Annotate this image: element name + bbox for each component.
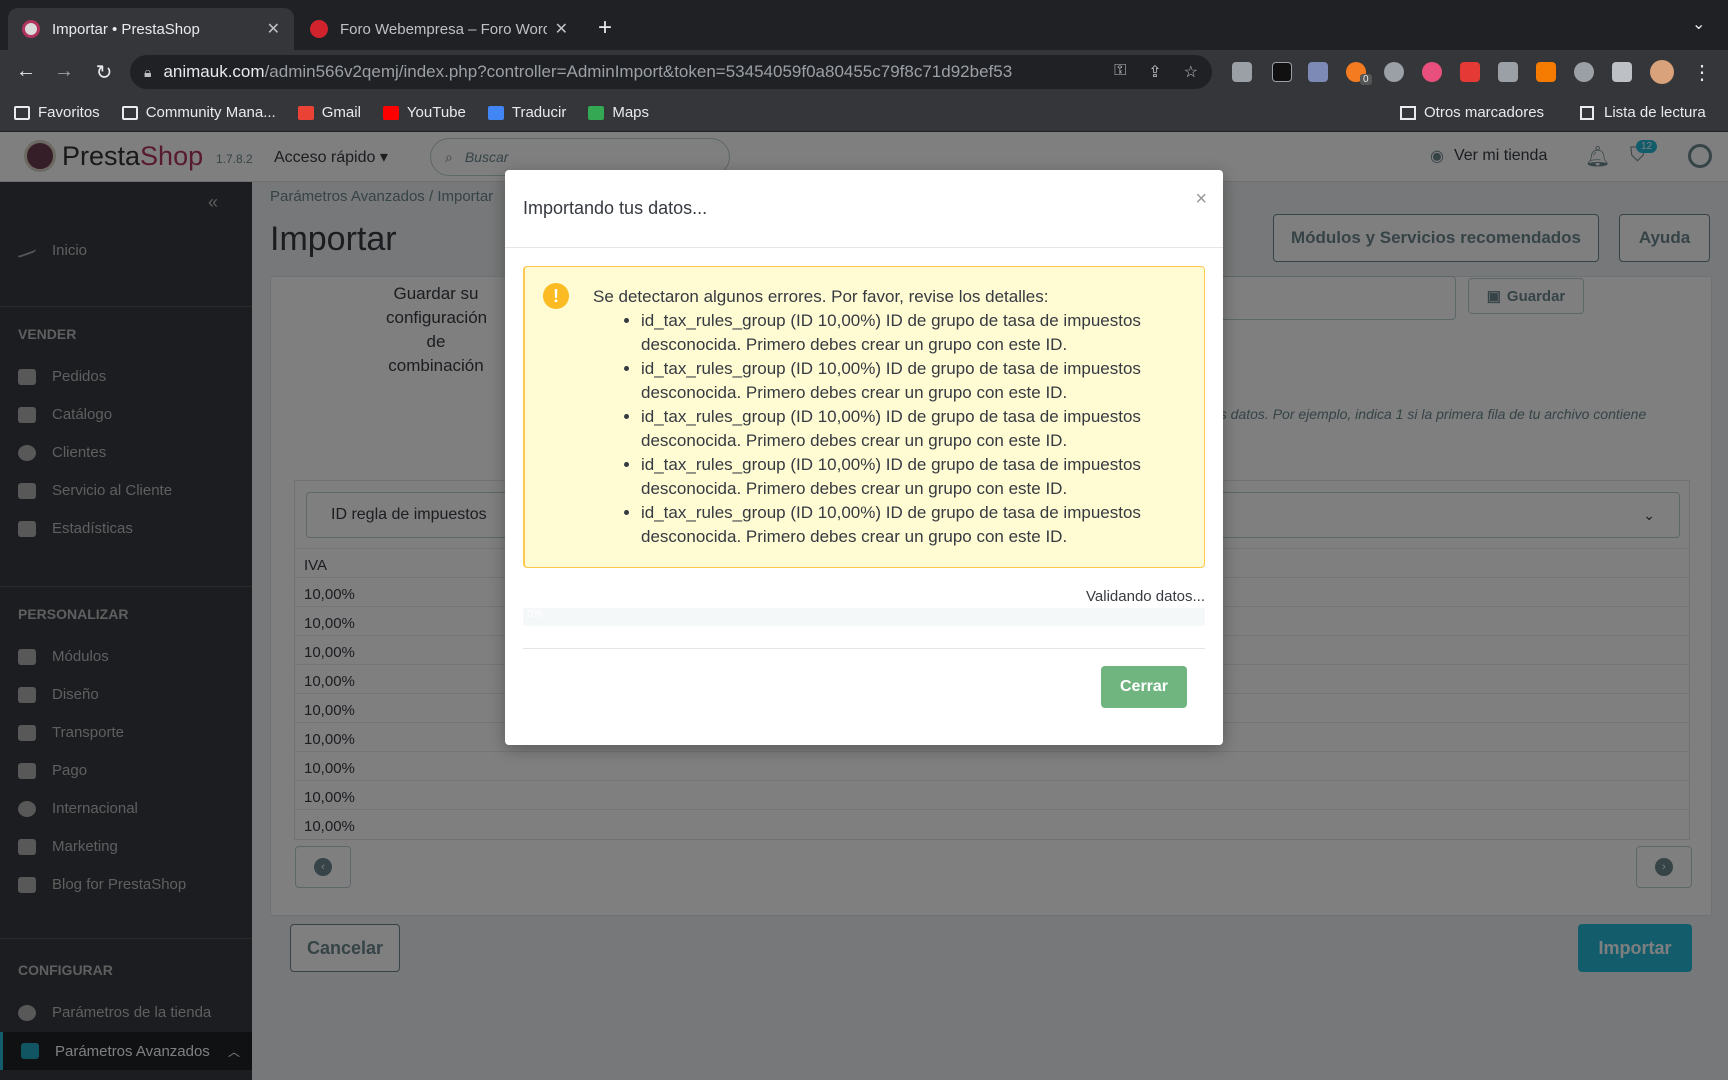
bookmark-label: YouTube	[406, 104, 466, 121]
close-icon[interactable]: ×	[1195, 188, 1207, 211]
back-icon[interactable]: ←	[14, 60, 38, 83]
bookmark-label: Favoritos	[38, 104, 100, 121]
error-item: id_tax_rules_group (ID 10,00%) ID de gru…	[641, 453, 1193, 501]
crown-extension-icon[interactable]	[1232, 62, 1252, 82]
tab-foro-webempresa[interactable]: Foro Webempresa – Foro Word ✕	[296, 8, 582, 50]
heart-extension-icon[interactable]	[1422, 62, 1442, 82]
tab-prestashop[interactable]: Importar • PrestaShop ✕	[8, 8, 294, 50]
prestashop-favicon-icon	[22, 20, 40, 38]
url-path: /admin566v2qemj/index.php?controller=Adm…	[264, 62, 1013, 81]
close-button[interactable]: Cerrar	[1101, 666, 1187, 708]
maps-icon	[588, 105, 605, 120]
puzzle-extensions-icon[interactable]	[1612, 62, 1632, 82]
analytics-extension-icon[interactable]	[1536, 62, 1556, 82]
key-icon[interactable]: ⚿	[1114, 62, 1126, 82]
progress-bar: 0%	[523, 608, 1205, 626]
bookmark-traducir[interactable]: Traducir	[487, 104, 567, 121]
alert-intro: Se detectaron algunos errores. Por favor…	[593, 287, 1049, 306]
extension-badge: 0	[1360, 74, 1372, 85]
error-item: id_tax_rules_group (ID 10,00%) ID de gru…	[641, 309, 1193, 357]
forward-icon[interactable]: →	[52, 60, 76, 83]
browser-tab-bar: Importar • PrestaShop ✕ Foro Webempresa …	[0, 0, 1728, 50]
bookmark-label: Community Mana...	[145, 104, 276, 121]
import-progress-modal: Importando tus datos... × ! Se detectaro…	[505, 170, 1223, 745]
webempresa-favicon-icon	[310, 20, 328, 38]
modal-divider	[523, 648, 1205, 649]
chat-extension-icon[interactable]	[1384, 62, 1404, 82]
star-icon[interactable]: ☆	[1184, 62, 1198, 82]
new-tab-icon[interactable]: +	[598, 14, 612, 42]
tp-extension-icon[interactable]	[1460, 62, 1480, 82]
bookmark-youtube[interactable]: YouTube	[382, 104, 466, 121]
bookmark-label: Otros marcadores	[1424, 104, 1545, 121]
reading-list-icon	[1580, 105, 1594, 120]
bookmark-label: Traducir	[511, 104, 567, 121]
bookmark-otros-marcadores[interactable]: Otros marcadores	[1400, 104, 1544, 121]
gmail-icon	[297, 105, 314, 120]
bookmark-label: Maps	[612, 104, 650, 121]
close-tab-icon[interactable]: ✕	[555, 19, 568, 39]
modal-header: Importando tus datos... ×	[505, 170, 1223, 248]
profile-avatar[interactable]	[1650, 60, 1674, 84]
share-icon[interactable]: ⇪	[1148, 62, 1161, 82]
tab-search-chevron-icon[interactable]: ⌄	[1692, 14, 1705, 34]
error-item: id_tax_rules_group (ID 10,00%) ID de gru…	[641, 405, 1193, 453]
tab-title: Foro Webempresa – Foro Word	[340, 20, 547, 38]
bookmark-favoritos[interactable]: Favoritos	[14, 104, 100, 121]
error-item: id_tax_rules_group (ID 10,00%) ID de gru…	[641, 501, 1193, 549]
validation-status: Validando datos...	[1086, 588, 1205, 605]
bookmark-gmail[interactable]: Gmail	[297, 104, 361, 121]
warning-icon: !	[543, 283, 569, 309]
bookmark-label: Lista de lectura	[1604, 104, 1706, 121]
folder-icon	[121, 105, 138, 120]
pen-extension-icon[interactable]	[1272, 62, 1292, 82]
browser-toolbar: ← → ↻ 🔒︎ animauk.com /admin566v2qemj/ind…	[0, 50, 1728, 94]
folder-icon	[14, 105, 30, 120]
clock-extension-icon[interactable]	[1574, 62, 1594, 82]
tab-title: Importar • PrestaShop	[52, 20, 200, 38]
url-host: animauk.com	[163, 62, 265, 81]
bookmark-label: Gmail	[321, 104, 361, 121]
bookmark-maps[interactable]: Maps	[588, 104, 649, 121]
modal-title: Importando tus datos...	[523, 198, 708, 218]
error-alert: ! Se detectaron algunos errores. Por fav…	[523, 266, 1205, 568]
youtube-icon	[382, 105, 399, 120]
bookmark-community[interactable]: Community Mana...	[121, 104, 276, 121]
close-tab-icon[interactable]: ✕	[267, 19, 280, 39]
translate-icon	[487, 105, 504, 120]
reading-list[interactable]: Lista de lectura	[1580, 104, 1706, 121]
bookmarks-bar: Favoritos Community Mana... Gmail YouTub…	[0, 94, 1728, 132]
alert-content: Se detectaron algunos errores. Por favor…	[593, 285, 1193, 549]
error-list: id_tax_rules_group (ID 10,00%) ID de gru…	[641, 309, 1193, 549]
progress-label: 0%	[527, 608, 543, 620]
lock-icon: 🔒︎	[144, 63, 152, 80]
dropbox-extension-icon[interactable]	[1308, 62, 1328, 82]
error-item: id_tax_rules_group (ID 10,00%) ID de gru…	[641, 357, 1193, 405]
reload-icon[interactable]: ↻	[92, 60, 116, 85]
browser-menu-icon[interactable]: ⋮	[1690, 60, 1714, 85]
address-bar[interactable]: 🔒︎ animauk.com /admin566v2qemj/index.php…	[130, 55, 1212, 89]
folder-icon	[1400, 105, 1416, 120]
m-extension-icon[interactable]	[1498, 62, 1518, 82]
